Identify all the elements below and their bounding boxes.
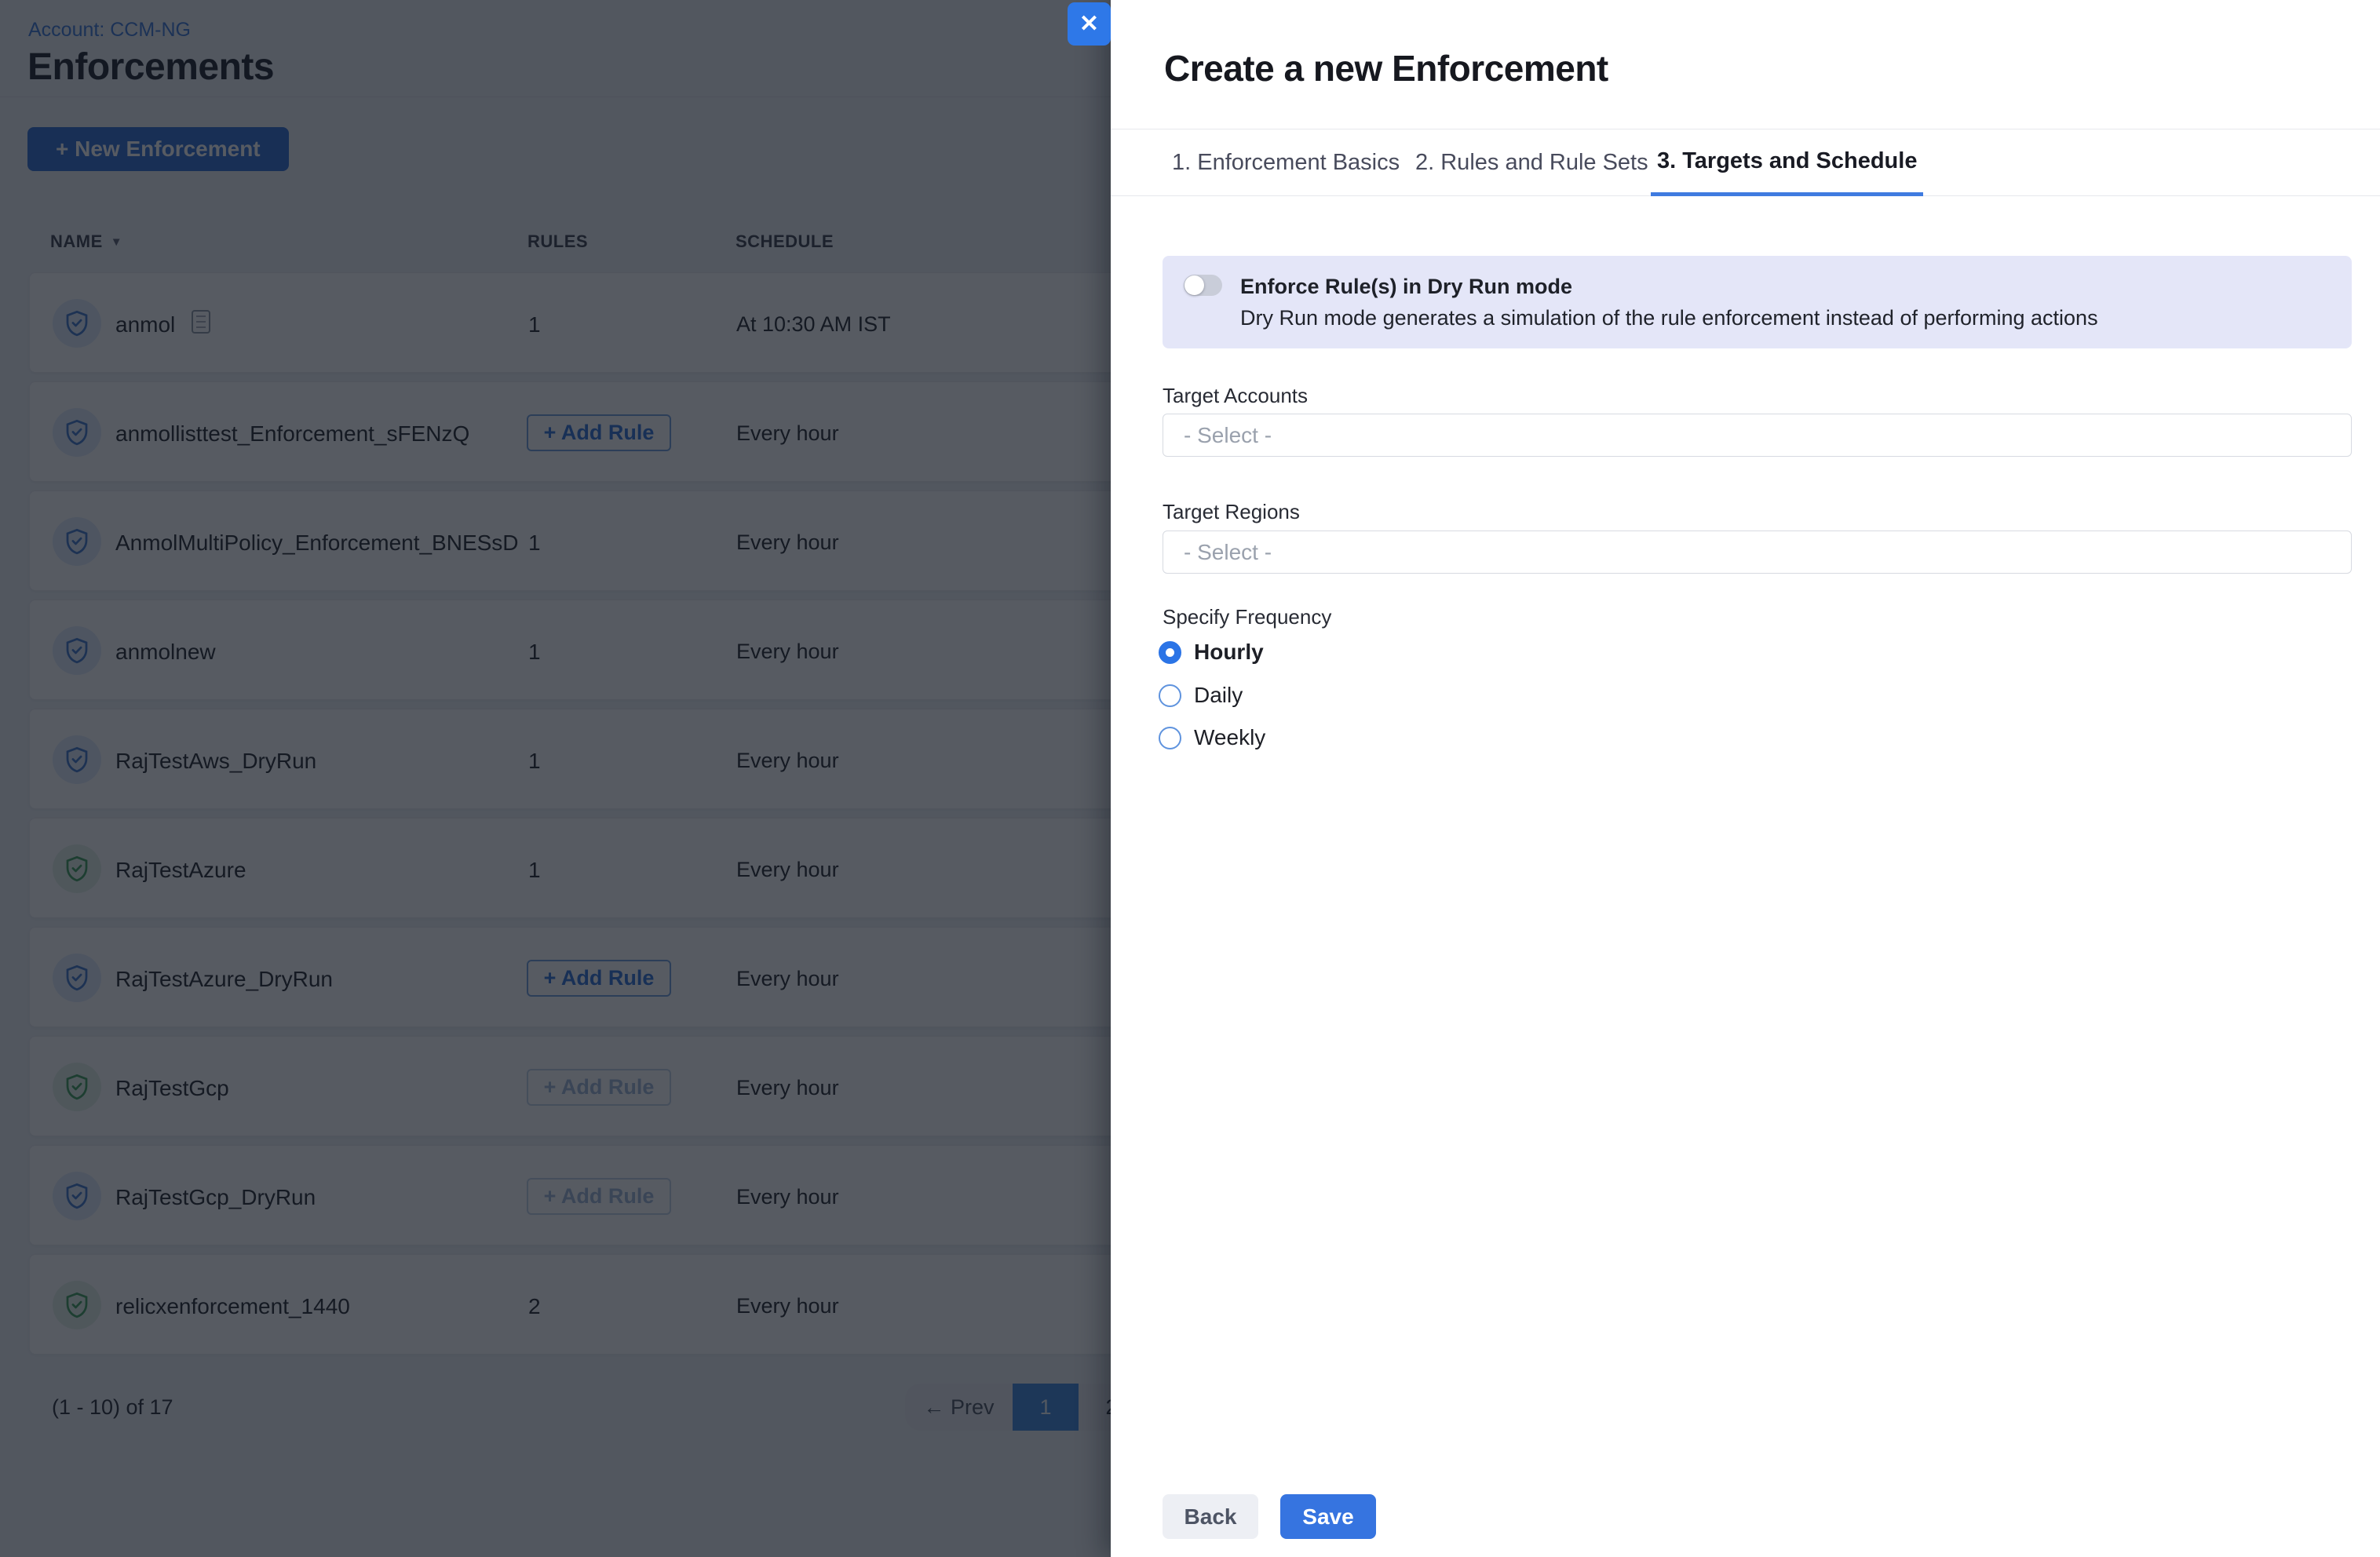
radio-daily[interactable]: [1159, 684, 1181, 707]
radio-weekly-label[interactable]: Weekly: [1194, 725, 1265, 750]
tab-enforcement-basics[interactable]: 1. Enforcement Basics: [1166, 129, 1406, 196]
drawer-title: Create a new Enforcement: [1164, 47, 1608, 89]
target-regions-label: Target Regions: [1163, 500, 1300, 524]
close-icon[interactable]: ✕: [1068, 2, 1111, 46]
radio-hourly-label[interactable]: Hourly: [1194, 640, 1264, 665]
select-placeholder: - Select -: [1184, 423, 1272, 448]
radio-weekly[interactable]: [1159, 727, 1181, 749]
frequency-label: Specify Frequency: [1163, 605, 1331, 629]
radio-daily-label[interactable]: Daily: [1194, 683, 1243, 708]
radio-hourly[interactable]: [1159, 641, 1181, 664]
dry-run-title: Enforce Rule(s) in Dry Run mode: [1240, 275, 1572, 299]
dry-run-banner: Enforce Rule(s) in Dry Run mode Dry Run …: [1163, 256, 2352, 348]
target-accounts-select[interactable]: - Select -: [1163, 414, 2352, 457]
dry-run-toggle[interactable]: [1184, 275, 1222, 296]
tab-rules-and-rule-sets[interactable]: 2. Rules and Rule Sets: [1409, 129, 1655, 196]
save-button[interactable]: Save: [1280, 1494, 1376, 1539]
toggle-knob: [1185, 275, 1204, 295]
create-enforcement-drawer: Create a new Enforcement 1. Enforcement …: [1111, 0, 2380, 1557]
dry-run-description: Dry Run mode generates a simulation of t…: [1240, 306, 2098, 330]
select-placeholder: - Select -: [1184, 540, 1272, 565]
wizard-tabs: 1. Enforcement Basics 2. Rules and Rule …: [1111, 129, 2380, 196]
tab-targets-and-schedule[interactable]: 3. Targets and Schedule: [1651, 129, 1923, 196]
back-button[interactable]: Back: [1163, 1494, 1258, 1539]
target-accounts-label: Target Accounts: [1163, 384, 1308, 408]
target-regions-select[interactable]: - Select -: [1163, 531, 2352, 574]
